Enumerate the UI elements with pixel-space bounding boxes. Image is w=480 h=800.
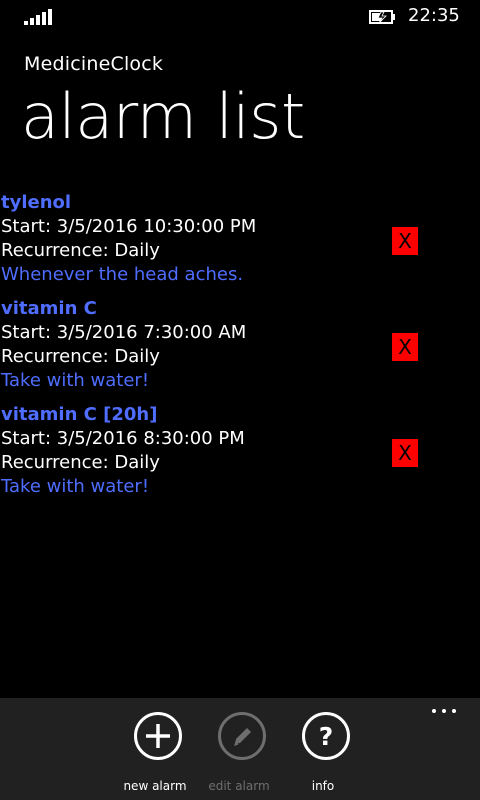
alarm-name: tylenol bbox=[1, 192, 72, 213]
alarm-item[interactable]: vitamin C Start: 3/5/2016 7:30:00 AM Rec… bbox=[0, 298, 480, 404]
info-button[interactable]: ? info bbox=[286, 710, 366, 796]
new-alarm-label: new alarm bbox=[123, 779, 187, 793]
alarm-name: vitamin C [20h] bbox=[1, 404, 158, 425]
alarm-item[interactable]: tylenol Start: 3/5/2016 10:30:00 PM Recu… bbox=[0, 192, 480, 298]
page-title: alarm list bbox=[21, 80, 305, 153]
edit-alarm-button[interactable]: edit alarm bbox=[202, 710, 282, 796]
alarm-item[interactable]: vitamin C [20h] Start: 3/5/2016 8:30:00 … bbox=[0, 404, 480, 510]
alarm-note: Take with water! bbox=[1, 476, 150, 497]
status-bar: 22:35 bbox=[0, 0, 480, 32]
alarm-recurrence: Recurrence: Daily bbox=[1, 346, 160, 367]
alarm-recurrence: Recurrence: Daily bbox=[1, 452, 160, 473]
edit-alarm-label: edit alarm bbox=[208, 779, 270, 793]
svg-text:?: ? bbox=[319, 722, 334, 751]
delete-alarm-button[interactable]: X bbox=[392, 227, 418, 255]
question-icon: ? bbox=[302, 712, 350, 760]
delete-alarm-button[interactable]: X bbox=[392, 333, 418, 361]
battery-charging-icon bbox=[369, 10, 395, 24]
pencil-icon bbox=[218, 712, 266, 760]
plus-icon bbox=[134, 712, 182, 760]
info-label: info bbox=[311, 779, 335, 793]
app-bar: new alarm edit alarm ? info bbox=[0, 698, 480, 800]
new-alarm-button[interactable]: new alarm bbox=[118, 710, 198, 796]
alarm-list: tylenol Start: 3/5/2016 10:30:00 PM Recu… bbox=[0, 192, 480, 510]
alarm-start: Start: 3/5/2016 10:30:00 PM bbox=[1, 216, 257, 237]
more-options-icon[interactable] bbox=[430, 705, 458, 715]
alarm-name: vitamin C bbox=[1, 298, 97, 319]
signal-strength-icon bbox=[24, 9, 54, 25]
status-clock: 22:35 bbox=[408, 5, 460, 26]
alarm-recurrence: Recurrence: Daily bbox=[1, 240, 160, 261]
delete-alarm-button[interactable]: X bbox=[392, 439, 418, 467]
alarm-start: Start: 3/5/2016 7:30:00 AM bbox=[1, 322, 247, 343]
alarm-note: Whenever the head aches. bbox=[1, 264, 244, 285]
alarm-start: Start: 3/5/2016 8:30:00 PM bbox=[1, 428, 245, 449]
alarm-note: Take with water! bbox=[1, 370, 150, 391]
app-title: MedicineClock bbox=[24, 53, 164, 75]
